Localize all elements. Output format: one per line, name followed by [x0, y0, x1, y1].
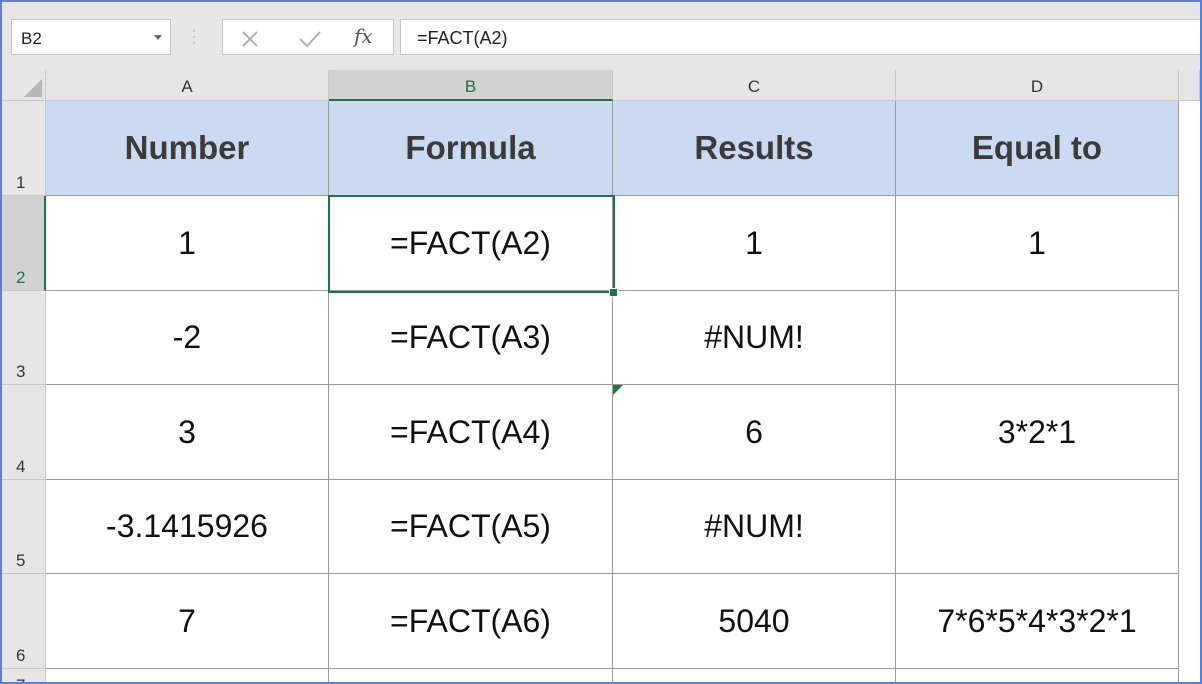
cell-a6[interactable]: 7 — [46, 574, 329, 669]
drag-handle-icon[interactable]: · · · — [192, 24, 196, 48]
cell-a7[interactable] — [46, 669, 329, 682]
cell-d4[interactable]: 3*2*1 — [896, 385, 1179, 480]
cell-d7[interactable] — [896, 669, 1179, 682]
cell-a5[interactable]: -3.1415926 — [46, 480, 329, 574]
row-header-1[interactable]: 1 — [2, 101, 46, 196]
column-header-d[interactable]: D — [896, 70, 1179, 101]
cell-d6[interactable]: 7*6*5*4*3*2*1 — [896, 574, 1179, 669]
column-header-b[interactable]: B — [329, 70, 613, 101]
cell-c5[interactable]: #NUM! — [613, 480, 896, 574]
cell-a4[interactable]: 3 — [46, 385, 329, 480]
cell-b1[interactable]: Formula — [329, 101, 613, 196]
cell-c4[interactable]: 6 — [613, 385, 896, 480]
cell-b7[interactable] — [329, 669, 613, 682]
cell-d2[interactable]: 1 — [896, 196, 1179, 291]
row-header-2[interactable]: 2 — [2, 196, 46, 291]
formula-buttons: fx — [222, 19, 394, 55]
check-icon[interactable] — [298, 29, 322, 49]
column-header-c[interactable]: C — [613, 70, 896, 101]
fill-handle[interactable] — [609, 288, 618, 297]
formula-bar-area: B2 · · · fx =FACT(A2) — [2, 2, 1200, 70]
cell-b3[interactable]: =FACT(A3) — [329, 291, 613, 385]
cell-a2[interactable]: 1 — [46, 196, 329, 291]
cell-c1[interactable]: Results — [613, 101, 896, 196]
cell-b2[interactable]: =FACT(A2) — [329, 196, 613, 291]
select-all-icon — [24, 79, 42, 97]
cell-b5[interactable]: =FACT(A5) — [329, 480, 613, 574]
cell-c7[interactable] — [613, 669, 896, 682]
cell-d5[interactable] — [896, 480, 1179, 574]
error-indicator-icon[interactable] — [613, 385, 623, 395]
cell-d1[interactable]: Equal to — [896, 101, 1179, 196]
cell-d3[interactable] — [896, 291, 1179, 385]
row-header-6[interactable]: 6 — [2, 574, 46, 669]
cell-c2[interactable]: 1 — [613, 196, 896, 291]
fx-icon[interactable]: fx — [354, 24, 373, 48]
cell-a3[interactable]: -2 — [46, 291, 329, 385]
cell-a1[interactable]: Number — [46, 101, 329, 196]
cell-c6[interactable]: 5040 — [613, 574, 896, 669]
row-header-7[interactable]: 7 — [2, 669, 46, 682]
name-box[interactable]: B2 — [11, 19, 171, 55]
cell-b6[interactable]: =FACT(A6) — [329, 574, 613, 669]
chevron-down-icon[interactable] — [154, 35, 162, 40]
row-header-3[interactable]: 3 — [2, 291, 46, 385]
cell-c3[interactable]: #NUM! — [613, 291, 896, 385]
spreadsheet-window: B2 · · · fx =FACT(A2) A B C D 1 2 3 4 5 6 … — [0, 0, 1202, 684]
name-box-value: B2 — [21, 29, 42, 48]
row-header-5[interactable]: 5 — [2, 480, 46, 574]
select-all-button[interactable] — [2, 70, 46, 101]
cell-b4[interactable]: =FACT(A4) — [329, 385, 613, 480]
column-header-a[interactable]: A — [46, 70, 329, 101]
formula-input[interactable]: =FACT(A2) — [400, 19, 1200, 55]
column-header-e[interactable] — [1179, 70, 1200, 101]
close-icon[interactable] — [240, 29, 260, 49]
row-header-4[interactable]: 4 — [2, 385, 46, 480]
